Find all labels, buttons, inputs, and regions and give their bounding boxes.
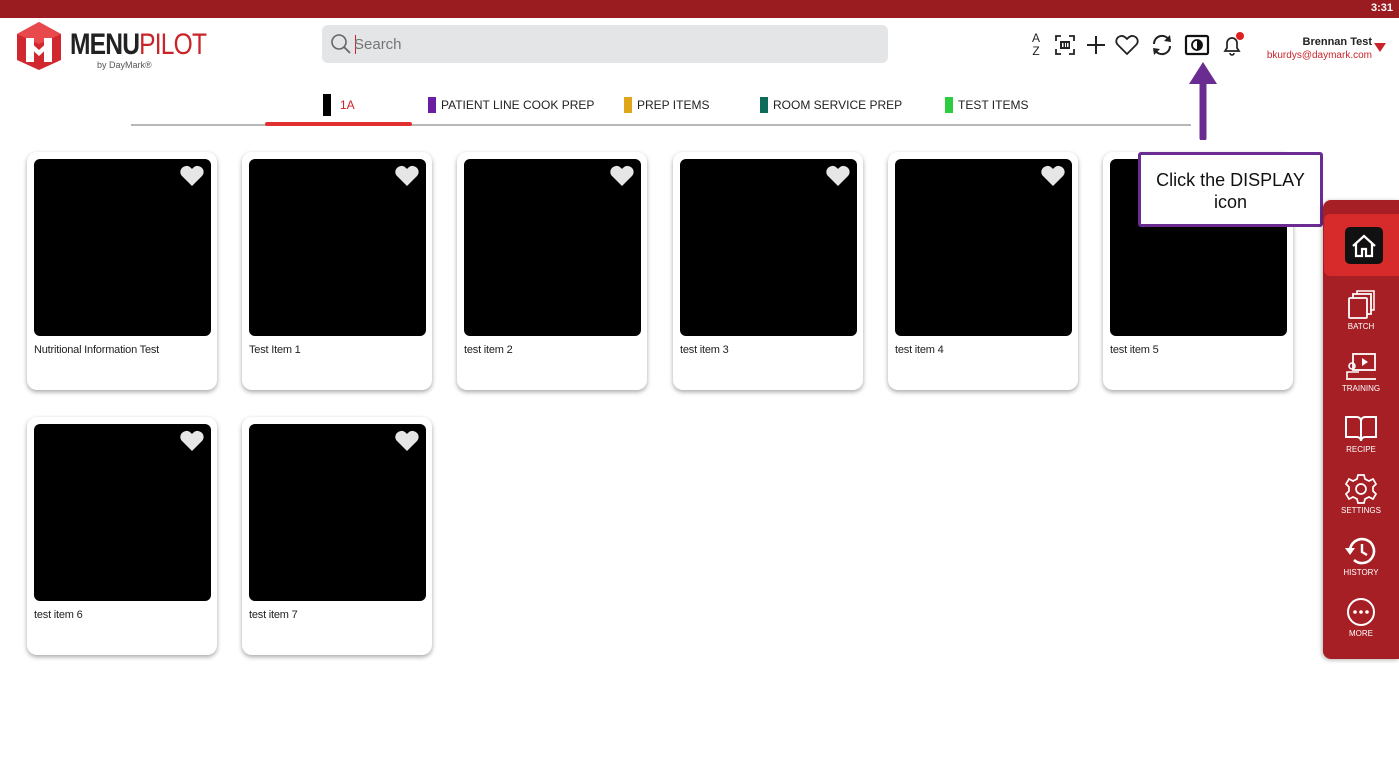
menupilot-logo[interactable]: MENUPILOT by DayMark® bbox=[14, 20, 207, 72]
tab-color-swatch bbox=[323, 94, 331, 116]
logo-text: MENUPILOT bbox=[70, 28, 207, 62]
recipe-book-icon bbox=[1323, 411, 1399, 445]
tab-color-swatch bbox=[428, 97, 436, 113]
nav-batch[interactable]: BATCH bbox=[1323, 288, 1399, 344]
tab-prep-items[interactable]: PREP ITEMS bbox=[624, 94, 709, 116]
logo-brand-main: MENU bbox=[70, 28, 140, 61]
item-card[interactable]: test item 2 bbox=[457, 152, 647, 390]
sort-az-button[interactable]: A Z bbox=[1022, 30, 1050, 60]
nav-label: BATCH bbox=[1347, 322, 1375, 331]
favorite-heart-icon[interactable] bbox=[1040, 164, 1066, 188]
settings-gear-icon bbox=[1323, 472, 1399, 506]
user-profile[interactable]: Brennan Test bkurdys@daymark.com bbox=[1262, 36, 1372, 61]
user-email: bkurdys@daymark.com bbox=[1266, 50, 1372, 61]
search-icon bbox=[331, 34, 351, 54]
item-name: test item 5 bbox=[1110, 344, 1159, 356]
user-name: Brennan Test bbox=[1302, 36, 1372, 48]
scan-button[interactable] bbox=[1051, 30, 1079, 60]
tab-color-swatch bbox=[945, 97, 953, 113]
status-time: 3:31 bbox=[1370, 2, 1393, 14]
more-icon bbox=[1323, 595, 1399, 629]
favorite-heart-icon[interactable] bbox=[179, 164, 205, 188]
tab-label: TEST ITEMS bbox=[958, 98, 1029, 112]
logo-mark-icon bbox=[17, 22, 61, 70]
notification-badge bbox=[1236, 32, 1244, 40]
favorite-heart-icon[interactable] bbox=[825, 164, 851, 188]
nav-training[interactable]: TRAINING bbox=[1323, 350, 1399, 406]
nav-label: SETTINGS bbox=[1340, 506, 1381, 515]
item-card[interactable]: test item 4 bbox=[888, 152, 1078, 390]
tab-test-items[interactable]: TEST ITEMS bbox=[945, 94, 1028, 116]
nav-label: TRAINING bbox=[1341, 384, 1381, 393]
tab-1a[interactable]: 1A bbox=[323, 94, 355, 116]
display-icon bbox=[1184, 34, 1210, 56]
user-menu-caret-icon[interactable] bbox=[1374, 43, 1386, 52]
batch-icon bbox=[1323, 288, 1399, 322]
item-card[interactable]: test item 6 bbox=[27, 417, 217, 655]
favorite-heart-icon[interactable] bbox=[394, 429, 420, 453]
tab-label: ROOM SERVICE PREP bbox=[773, 98, 903, 112]
sync-icon bbox=[1152, 34, 1172, 56]
favorite-heart-icon[interactable] bbox=[609, 164, 635, 188]
home-icon bbox=[1345, 227, 1383, 264]
nav-recipe[interactable]: RECIPE bbox=[1323, 411, 1399, 467]
item-name: test item 4 bbox=[895, 344, 944, 356]
favorite-icon bbox=[1115, 35, 1139, 56]
item-name: test item 3 bbox=[680, 344, 729, 356]
scan-icon bbox=[1055, 35, 1075, 55]
notifications-button[interactable] bbox=[1218, 30, 1246, 60]
logo-brand-pilot: PILOT bbox=[139, 28, 207, 61]
tab-patient-line-cook-prep[interactable]: PATIENT LINE COOK PREP bbox=[428, 94, 594, 116]
display-button[interactable] bbox=[1183, 30, 1211, 60]
history-icon bbox=[1323, 534, 1399, 568]
favorite-heart-icon[interactable] bbox=[394, 164, 420, 188]
search-bar[interactable] bbox=[322, 25, 888, 63]
nav-settings[interactable]: SETTINGS bbox=[1323, 472, 1399, 528]
item-card[interactable]: Test Item 1 bbox=[242, 152, 432, 390]
item-name: test item 2 bbox=[464, 344, 513, 356]
nav-history[interactable]: HISTORY bbox=[1323, 534, 1399, 590]
sort-az-icon: A Z bbox=[1032, 32, 1040, 58]
add-icon bbox=[1087, 36, 1105, 54]
nav-label: HISTORY bbox=[1343, 568, 1379, 577]
item-name: test item 7 bbox=[249, 609, 298, 621]
callout-arrow-icon bbox=[1189, 62, 1217, 140]
item-card[interactable]: test item 3 bbox=[673, 152, 863, 390]
item-name: Nutritional Information Test bbox=[34, 344, 160, 356]
sort-z-label: Z bbox=[1032, 44, 1040, 58]
nav-label: RECIPE bbox=[1346, 445, 1376, 454]
item-card[interactable]: Nutritional Information Test bbox=[27, 152, 217, 390]
nav-more[interactable]: MORE bbox=[1323, 595, 1399, 651]
favorites-button[interactable] bbox=[1113, 30, 1141, 60]
item-card[interactable]: test item 7 bbox=[242, 417, 432, 655]
search-input[interactable] bbox=[354, 31, 874, 57]
item-name: Test Item 1 bbox=[249, 344, 301, 356]
tab-label: PATIENT LINE COOK PREP bbox=[441, 98, 595, 112]
status-bar: 3:31 bbox=[0, 0, 1399, 18]
sync-button[interactable] bbox=[1148, 30, 1176, 60]
tab-color-swatch bbox=[624, 97, 632, 113]
nav-home[interactable] bbox=[1324, 214, 1399, 276]
nav-label: MORE bbox=[1349, 629, 1373, 638]
side-navigation: BATCH TRAINING RECIPE SETTINGS HISTORY M… bbox=[1323, 200, 1399, 659]
logo-tagline: by DayMark® bbox=[97, 60, 152, 70]
training-icon bbox=[1323, 350, 1399, 384]
add-button[interactable] bbox=[1082, 30, 1110, 60]
tab-color-swatch bbox=[760, 97, 768, 113]
favorite-heart-icon[interactable] bbox=[179, 429, 205, 453]
tutorial-callout: Click the DISPLAY icon bbox=[1138, 152, 1323, 227]
tab-label: PREP ITEMS bbox=[637, 98, 710, 112]
active-tab-indicator bbox=[265, 122, 412, 126]
item-name: test item 6 bbox=[34, 609, 83, 621]
tab-label: 1A bbox=[340, 98, 355, 112]
tab-room-service-prep[interactable]: ROOM SERVICE PREP bbox=[760, 94, 902, 116]
